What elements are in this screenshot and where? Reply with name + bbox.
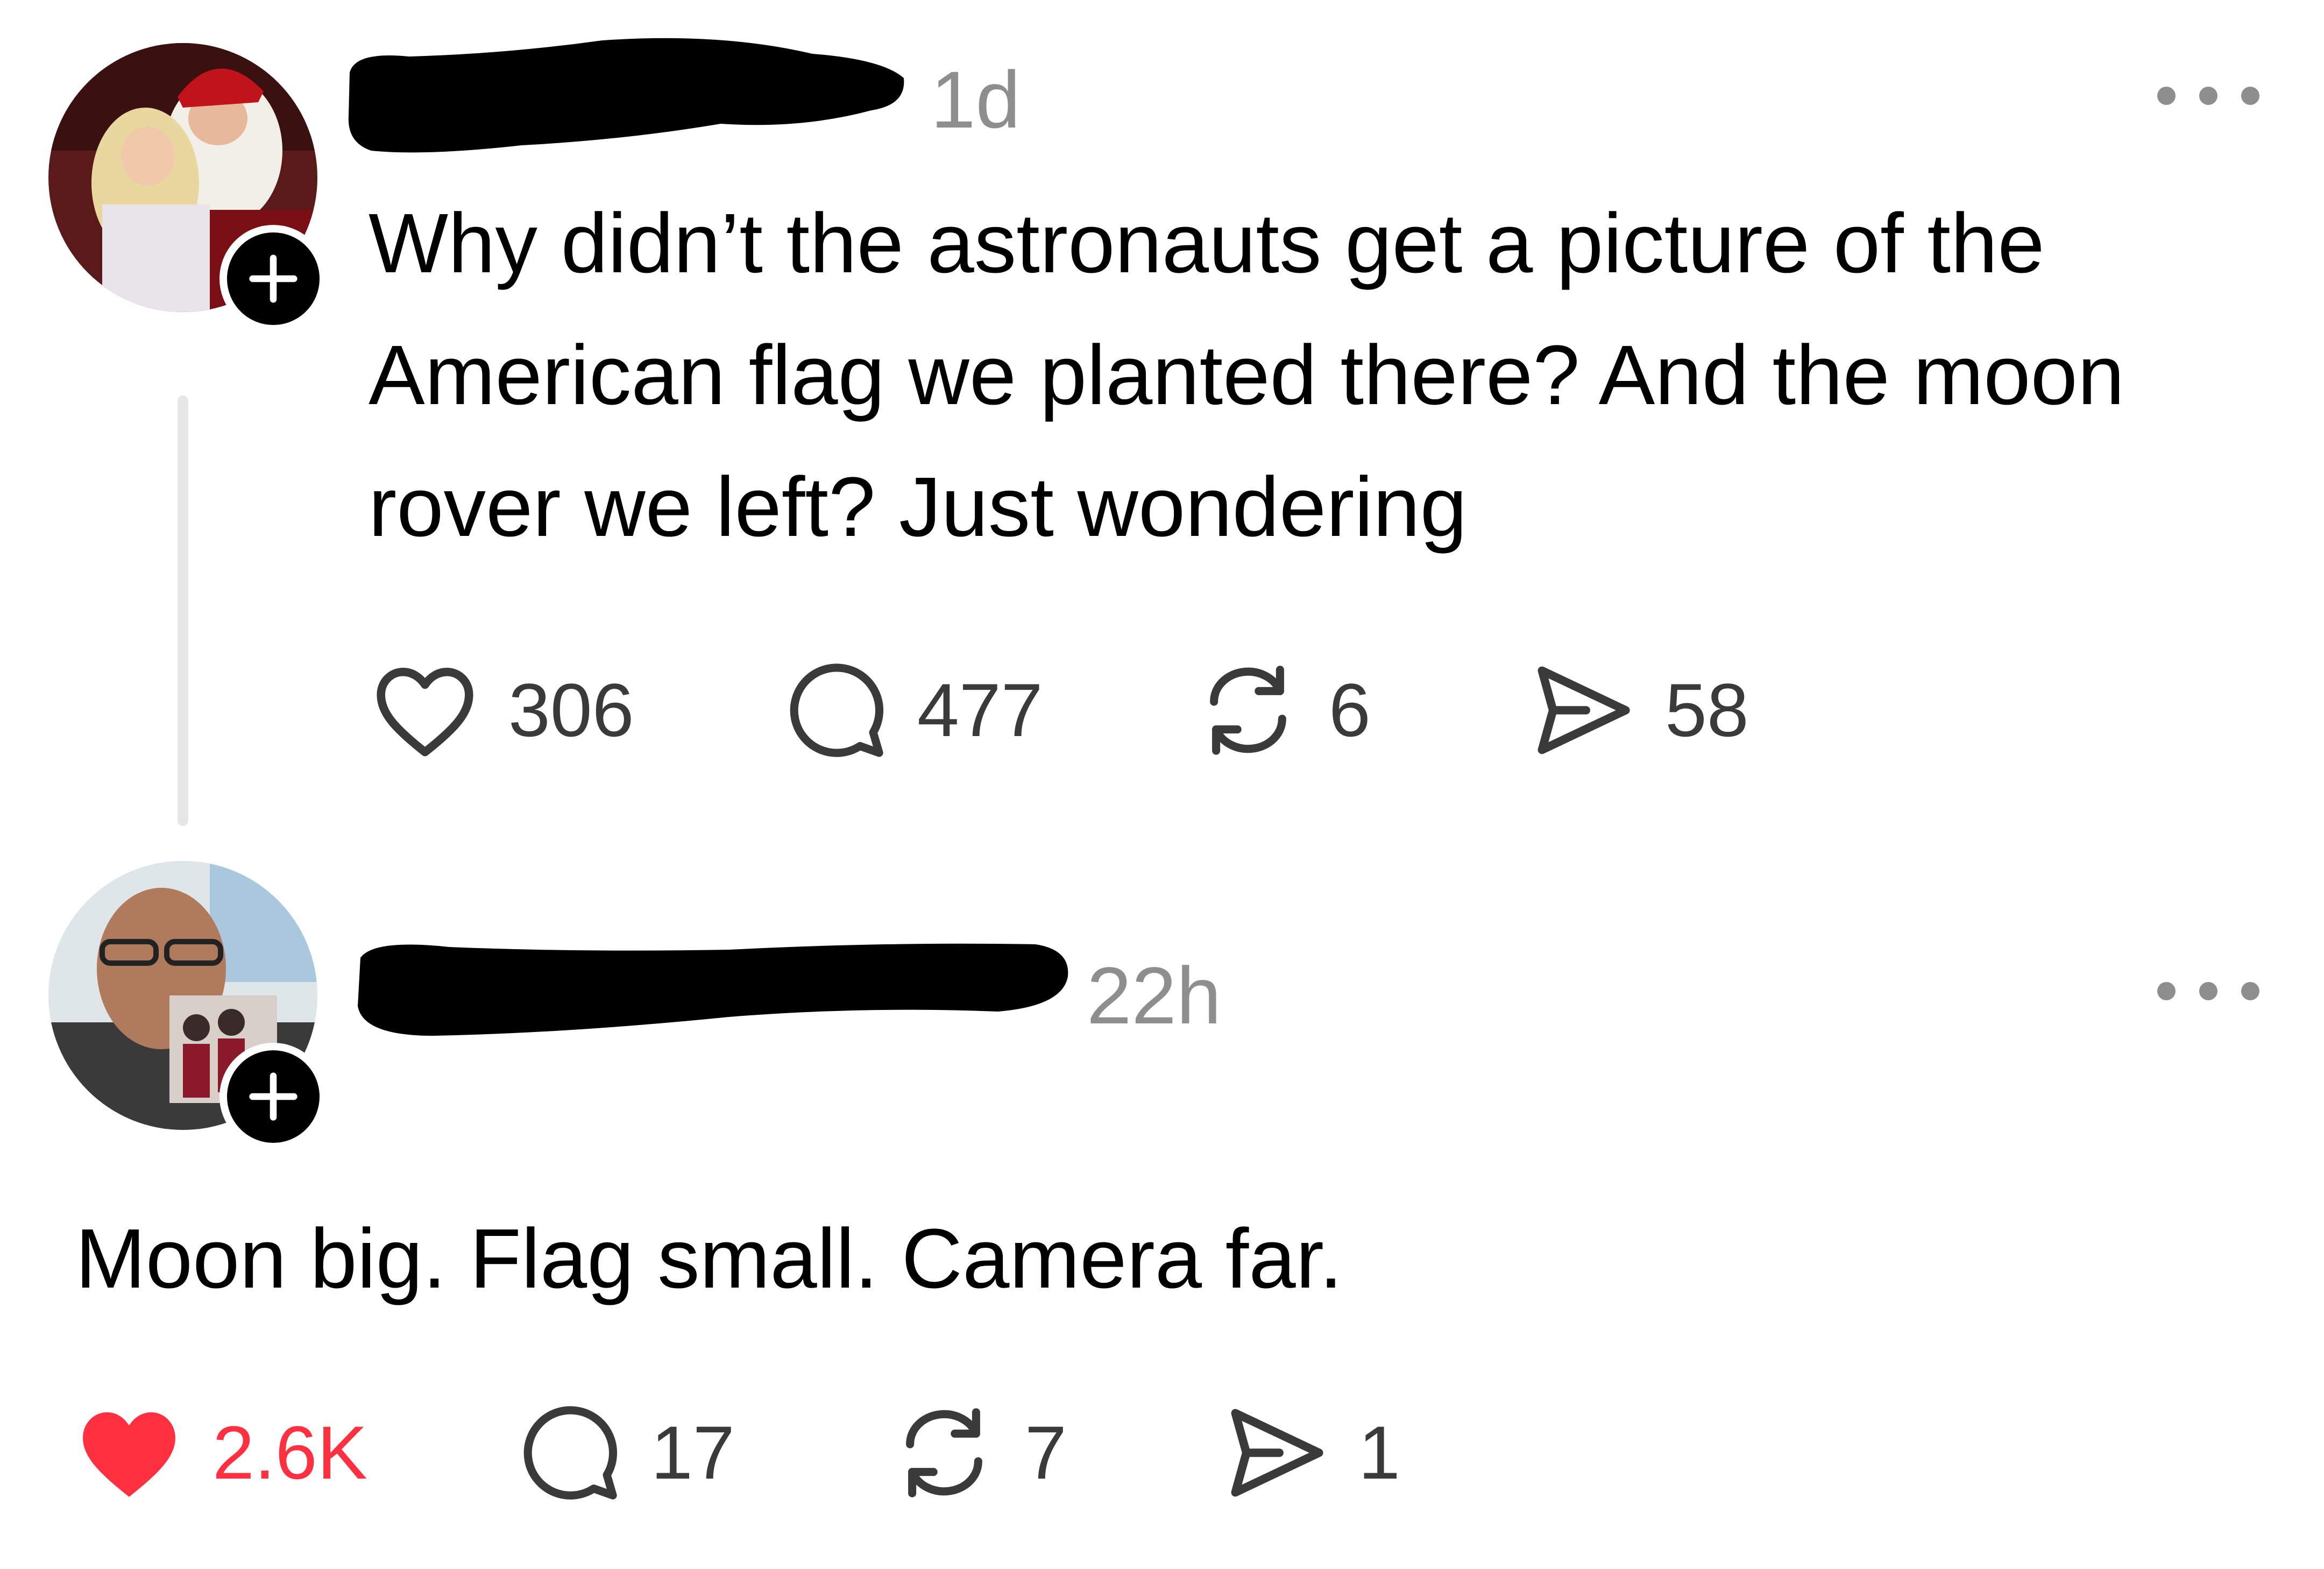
- like-count: 2.6K: [212, 1410, 367, 1495]
- more-options-button[interactable]: [2157, 80, 2259, 112]
- redacted-username: [352, 925, 1073, 1044]
- follow-button[interactable]: [219, 225, 327, 333]
- share-count: 1: [1358, 1410, 1400, 1495]
- more-options-button[interactable]: [2157, 975, 2259, 1007]
- repost-icon: [906, 1408, 982, 1497]
- like-button[interactable]: 2.6K: [75, 1399, 367, 1507]
- post-text: Why didn’t the astronauts get a picture …: [369, 196, 2125, 554]
- share-button[interactable]: 1: [1221, 1399, 1400, 1507]
- speech-bubble-icon: [790, 663, 884, 757]
- comment-count: 477: [917, 668, 1043, 752]
- reply-text: Moon big. Flag small. Camera far.: [75, 1212, 1343, 1306]
- repost-count: 7: [1025, 1410, 1067, 1495]
- send-icon: [1231, 1409, 1323, 1497]
- plus-icon: [249, 255, 297, 303]
- reply-timestamp: 22h: [1087, 950, 1222, 1041]
- like-count: 306: [508, 668, 634, 752]
- send-icon: [1537, 666, 1630, 754]
- repost-icon: [1210, 666, 1286, 755]
- comment-button[interactable]: 17: [519, 1399, 735, 1507]
- plus-icon: [249, 1072, 297, 1121]
- thread-line: [178, 395, 188, 826]
- post-timestamp: 1d: [931, 54, 1021, 145]
- share-count: 58: [1665, 668, 1749, 752]
- repost-count: 6: [1329, 668, 1371, 752]
- comment-count: 17: [651, 1410, 735, 1495]
- comment-button[interactable]: 477: [785, 656, 1043, 764]
- share-button[interactable]: 58: [1528, 656, 1749, 764]
- follow-button[interactable]: [219, 1043, 327, 1150]
- heart-icon: [83, 1412, 175, 1497]
- repost-button[interactable]: 6: [1197, 656, 1371, 764]
- redacted-username: [344, 30, 909, 159]
- like-button[interactable]: 306: [371, 656, 634, 764]
- speech-bubble-icon: [523, 1406, 618, 1500]
- repost-button[interactable]: 7: [893, 1399, 1067, 1507]
- heart-icon: [377, 668, 473, 757]
